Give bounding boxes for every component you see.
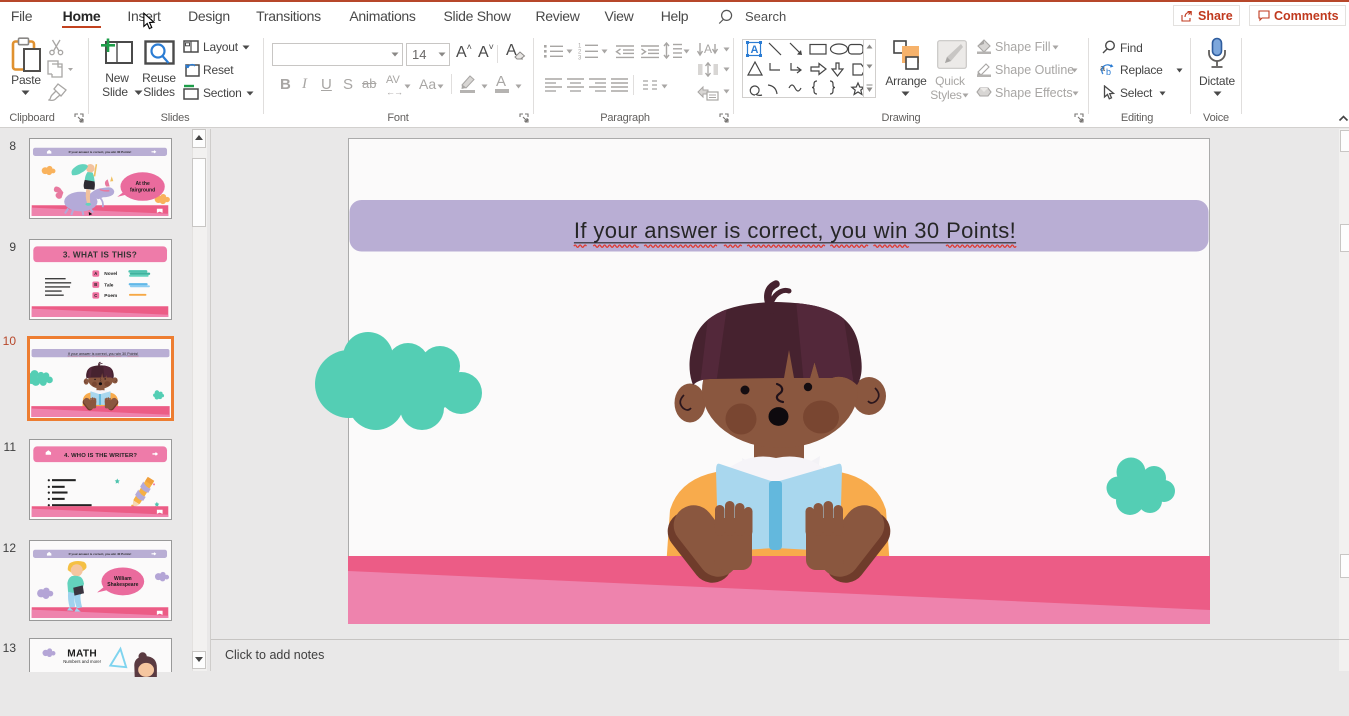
svg-text:C: C [94,293,97,298]
svg-text:A: A [704,42,712,56]
svg-text:b: b [1106,67,1111,77]
svg-text:A: A [751,44,759,56]
svg-text:B: B [94,282,97,287]
svg-text:3. WHAT IS THIS?: 3. WHAT IS THIS? [63,251,137,260]
svg-text:William: William [114,576,132,582]
svg-text:If your answer is correct, you: If your answer is correct, you win 40 Po… [69,552,132,556]
svg-text:Shakespeare: Shakespeare [107,582,138,588]
svg-text:If your answer is correct, you: If your answer is correct, you win 30 Po… [69,150,132,154]
svg-text:At the: At the [135,181,149,187]
svg-text:fairground: fairground [130,187,155,193]
svg-text:Novel: Novel [104,271,117,277]
svg-text:Tale: Tale [104,282,114,288]
svg-text:Numbers and more!: Numbers and more! [63,659,101,664]
svg-text:Poem: Poem [104,293,117,299]
svg-text:4. WHO IS THE WRITER?: 4. WHO IS THE WRITER? [64,453,137,459]
svg-text:3: 3 [578,56,582,61]
svg-text:A: A [94,271,97,276]
svg-text:MATH: MATH [67,649,97,660]
